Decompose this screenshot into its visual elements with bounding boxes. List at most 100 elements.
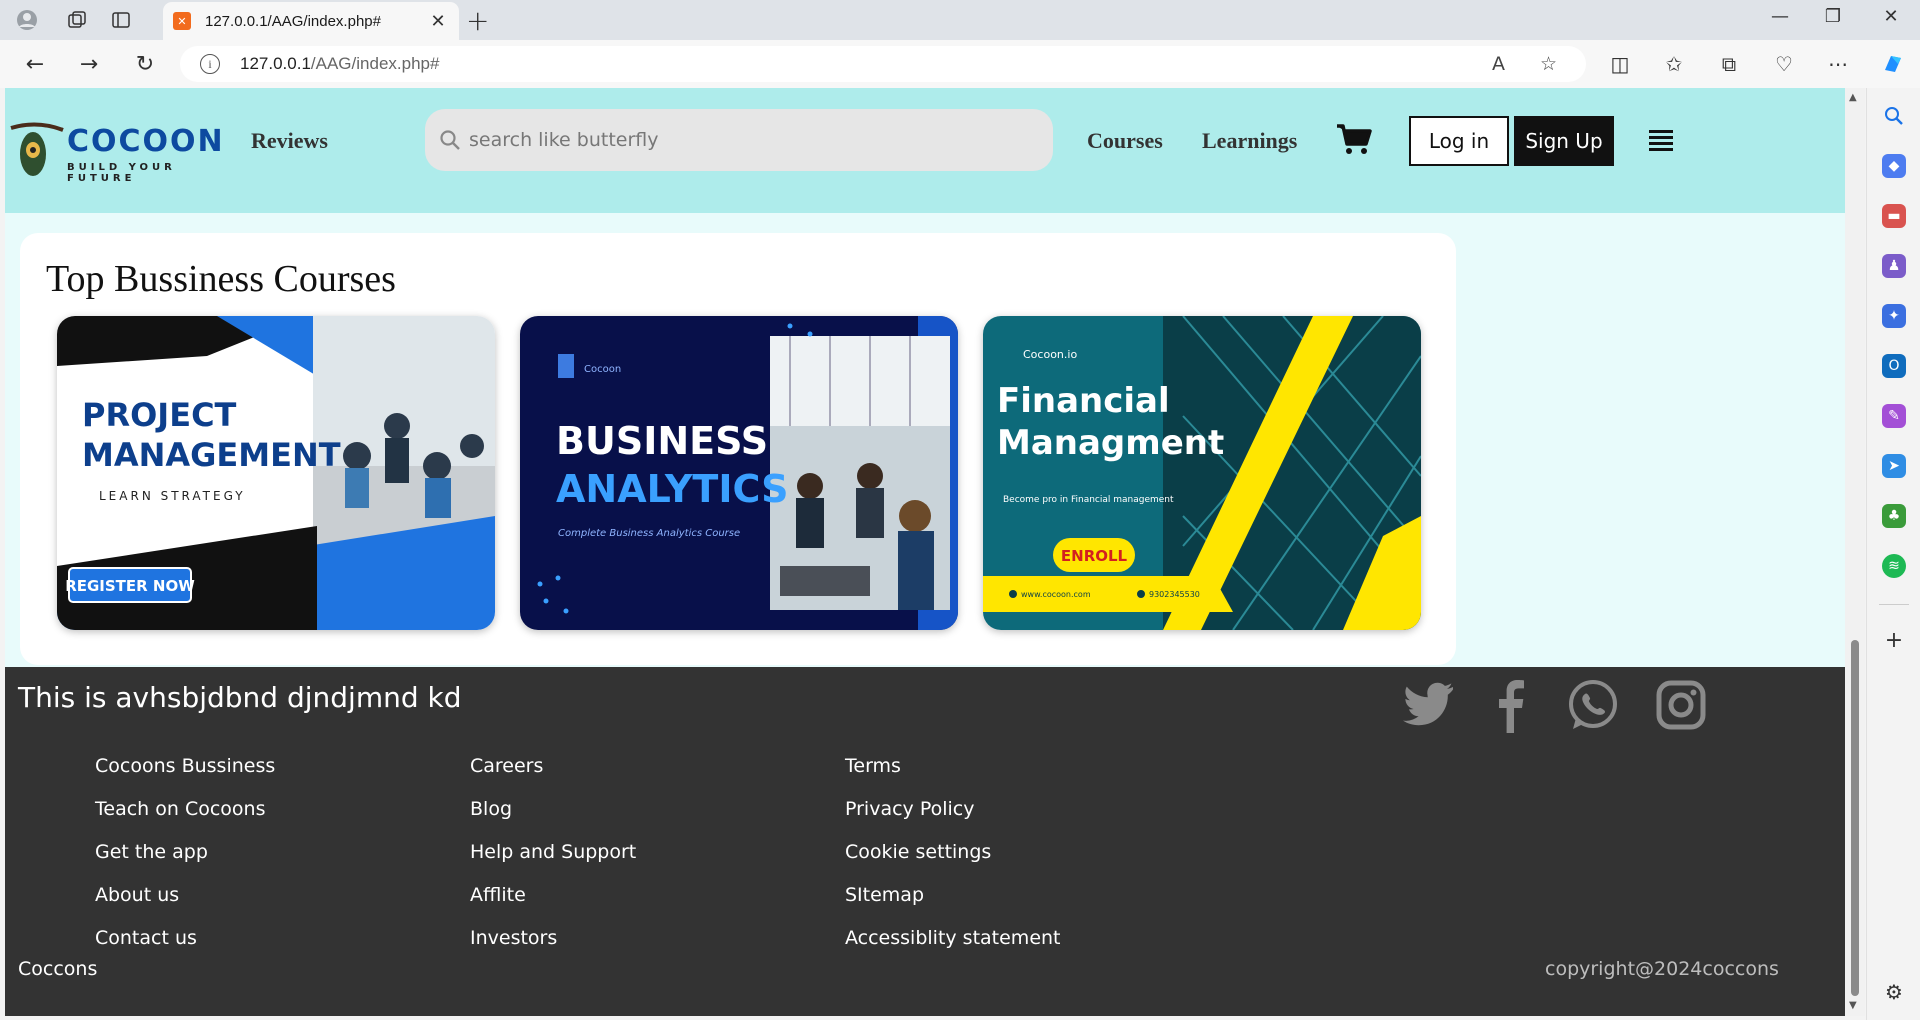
split-screen-icon[interactable]: ◫	[1603, 48, 1637, 80]
nav-reviews[interactable]: Reviews	[251, 128, 328, 154]
browser-essentials-icon[interactable]: ♡	[1767, 48, 1801, 80]
cocoon-logo-icon	[10, 122, 64, 176]
footer-title: This is avhsbjdbnd djndjmnd kd	[18, 681, 462, 714]
sidebar-outlook-icon[interactable]: O	[1882, 354, 1906, 378]
card2-line1: BUSINESS	[556, 419, 768, 463]
course-card-financial-management[interactable]: Cocoon.io Financial Managment Become pro…	[983, 316, 1421, 630]
back-icon[interactable]: ←	[18, 48, 52, 80]
active-tab[interactable]: ✕ 127.0.0.1/AAG/index.php# ✕	[163, 2, 459, 40]
card2-sub: Complete Business Analytics Course	[558, 528, 740, 539]
footer-link[interactable]: Cookie settings	[845, 841, 1061, 884]
forward-icon[interactable]: →	[72, 48, 106, 80]
cart-icon[interactable]	[1336, 123, 1372, 155]
page-scrollbar[interactable]: ▲ ▼	[1845, 88, 1865, 1016]
footer-col-3: Terms Privacy Policy Cookie settings SIt…	[845, 755, 1061, 970]
read-aloud-icon[interactable]: A	[1492, 46, 1505, 82]
footer-link[interactable]: Privacy Policy	[845, 798, 1061, 841]
close-tab-icon[interactable]: ✕	[427, 11, 449, 32]
tab-actions-icon[interactable]	[106, 6, 136, 34]
twitter-icon[interactable]	[1399, 677, 1455, 733]
new-tab-icon[interactable]: +	[466, 4, 489, 37]
card1-cta[interactable]: REGISTER NOW	[65, 577, 195, 595]
footer-link[interactable]: Terms	[845, 755, 1061, 798]
footer-link[interactable]: Accessiblity statement	[845, 927, 1061, 970]
sidebar-spotify-icon[interactable]: ≋	[1882, 554, 1906, 578]
page-viewport: COCOON BUILD YOUR FUTURE Reviews search …	[5, 88, 1845, 1016]
sidebar-games-icon[interactable]: ♟	[1882, 254, 1906, 278]
scroll-down-icon[interactable]: ▼	[1849, 1000, 1857, 1011]
copyright-text: copyright@2024coccons	[1545, 958, 1779, 980]
sidebar-settings-icon[interactable]: ⚙	[1882, 980, 1906, 1004]
search-input[interactable]: search like butterfly	[469, 129, 658, 151]
address-bar[interactable]: i 127.0.0.1/AAG/index.php# A ☆	[180, 46, 1586, 82]
card3-sub: Become pro in Financial management	[1003, 495, 1174, 505]
scroll-up-icon[interactable]: ▲	[1849, 92, 1857, 103]
nav-learnings[interactable]: Learnings	[1202, 128, 1297, 154]
footer-brand: Coccons	[18, 958, 98, 980]
site-info-icon[interactable]: i	[200, 54, 220, 74]
facebook-icon[interactable]	[1483, 677, 1539, 733]
footer-link[interactable]: Investors	[470, 927, 636, 970]
collections-icon[interactable]: ⧉	[1712, 48, 1746, 80]
sidebar-send-icon[interactable]: ➤	[1882, 454, 1906, 478]
footer-link[interactable]: Teach on Cocoons	[95, 798, 275, 841]
sidebar-designer-icon[interactable]: ✎	[1882, 404, 1906, 428]
minimize-icon[interactable]: —	[1755, 6, 1805, 27]
url-path: /AAG/index.php#	[310, 54, 440, 73]
sidebar-shopping-icon[interactable]: ◆	[1882, 154, 1906, 178]
browser-tab-bar: ✕ 127.0.0.1/AAG/index.php# ✕ + — ❐ ✕	[0, 0, 1920, 40]
copilot-icon[interactable]	[1876, 48, 1910, 80]
close-window-icon[interactable]: ✕	[1866, 6, 1916, 27]
card3-line2: Managment	[997, 423, 1224, 463]
card3-phone: 9302345530	[1149, 590, 1200, 599]
instagram-icon[interactable]	[1653, 677, 1709, 733]
card1-line1: PROJECT	[82, 396, 237, 434]
footer-col-1: Cocoons Bussiness Teach on Cocoons Get t…	[95, 755, 275, 970]
search-box[interactable]: search like butterfly	[425, 109, 1053, 171]
footer-link[interactable]: Help and Support	[470, 841, 636, 884]
browser-sidebar: ◆ ▬ ♟ ✦ O ✎ ➤ ♣ ≋ + ⚙	[1866, 88, 1920, 1020]
sidebar-add-icon[interactable]: +	[1882, 628, 1906, 653]
address-url[interactable]: 127.0.0.1/AAG/index.php#	[240, 54, 439, 74]
card3-brand: Cocoon.io	[1023, 348, 1077, 361]
workspaces-icon[interactable]	[62, 6, 92, 34]
profile-icon[interactable]	[12, 6, 42, 34]
sidebar-tools-icon[interactable]: ▬	[1882, 204, 1906, 228]
nav-courses[interactable]: Courses	[1087, 128, 1163, 154]
sidebar-tree-icon[interactable]: ♣	[1882, 504, 1906, 528]
sidebar-copilot-icon[interactable]: ✦	[1882, 304, 1906, 328]
card3-cta[interactable]: ENROLL	[1061, 547, 1128, 565]
footer-link[interactable]: Careers	[470, 755, 636, 798]
favorites-icon[interactable]: ✩	[1657, 48, 1691, 80]
restore-icon[interactable]: ❐	[1808, 6, 1858, 27]
whatsapp-icon[interactable]	[1565, 677, 1621, 733]
login-button[interactable]: Log in	[1409, 116, 1509, 166]
footer-link[interactable]: Get the app	[95, 841, 275, 884]
sidebar-search-icon[interactable]	[1882, 104, 1906, 128]
footer-col-2: Careers Blog Help and Support Afflite In…	[470, 755, 636, 970]
favorite-star-icon[interactable]: ☆	[1540, 46, 1557, 82]
menu-icon[interactable]	[1649, 130, 1673, 154]
top-courses-section: Top Bussiness Courses REGISTER NOW PROJE…	[20, 233, 1456, 665]
xampp-favicon-icon: ✕	[173, 12, 191, 30]
footer-link[interactable]: Contact us	[95, 927, 275, 970]
course-card-project-management[interactable]: REGISTER NOW PROJECT MANAGEMENT LEARN ST…	[57, 316, 495, 630]
footer-link[interactable]: About us	[95, 884, 275, 927]
search-icon	[440, 130, 460, 150]
card2-line2: ANALYTICS	[556, 467, 788, 511]
site-header: COCOON BUILD YOUR FUTURE Reviews search …	[5, 88, 1845, 213]
url-host: 127.0.0.1	[240, 54, 311, 73]
logo-tagline: BUILD YOUR FUTURE	[67, 162, 176, 184]
footer-link[interactable]: SItemap	[845, 884, 1061, 927]
footer-link[interactable]: Cocoons Bussiness	[95, 755, 275, 798]
signup-button[interactable]: Sign Up	[1514, 116, 1614, 166]
section-title: Top Bussiness Courses	[46, 258, 396, 300]
footer-link[interactable]: Blog	[470, 798, 636, 841]
refresh-icon[interactable]: ↻	[128, 48, 162, 80]
site-logo[interactable]: COCOON BUILD YOUR FUTURE	[9, 118, 239, 184]
course-card-business-analytics[interactable]: Cocoon BUSINESS ANALYTICS Complete Busin…	[520, 316, 958, 630]
more-menu-icon[interactable]: ⋯	[1821, 48, 1855, 80]
card1-line2: MANAGEMENT	[82, 436, 341, 474]
footer-link[interactable]: Afflite	[470, 884, 636, 927]
scroll-thumb[interactable]	[1851, 640, 1859, 996]
